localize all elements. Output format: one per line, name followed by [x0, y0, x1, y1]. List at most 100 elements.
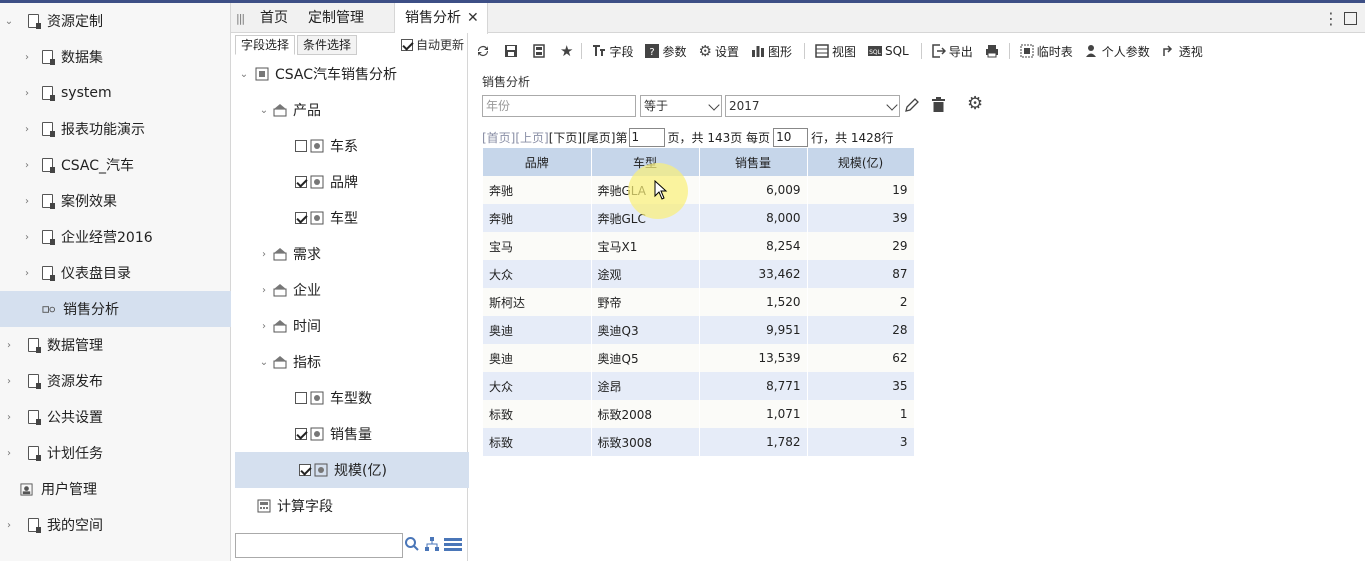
- chevron-right-icon: ›: [25, 195, 29, 207]
- nav-item-public-settings[interactable]: › 公共设置: [0, 399, 231, 435]
- auto-update-checkbox[interactable]: [401, 38, 413, 51]
- users-icon: [20, 482, 33, 496]
- table-row[interactable]: 大众 途观 33,462 87: [483, 260, 915, 288]
- table-row[interactable]: 标致 标致3008 1,782 3: [483, 428, 915, 456]
- column-header-sales[interactable]: 销售量: [699, 148, 808, 176]
- chevron-right-icon: ›: [7, 519, 11, 531]
- tree-field-scale[interactable]: 规模(亿): [235, 452, 469, 488]
- nav-item-csac-car[interactable]: › CSAC_汽车: [0, 147, 231, 183]
- settings-button[interactable]: ⚙ 设置: [698, 42, 738, 60]
- maximize-icon[interactable]: [1344, 12, 1357, 25]
- tree-node-metrics[interactable]: ⌄ 指标: [231, 344, 467, 380]
- column-header-scale[interactable]: 规模(亿): [807, 148, 915, 176]
- tree-node-demand[interactable]: › 需求: [231, 236, 467, 272]
- tab-home[interactable]: 首页: [260, 3, 288, 33]
- sql-icon: SQL: [867, 46, 882, 56]
- table-row[interactable]: 奔驰 奔驰GLA 6,009 19: [483, 176, 915, 204]
- tab-field-select[interactable]: 字段选择: [235, 35, 296, 55]
- export-button[interactable]: 导出: [931, 43, 973, 60]
- favorite-button[interactable]: ★: [560, 42, 573, 60]
- tree-field-model-count[interactable]: 车型数: [231, 380, 467, 416]
- table-row[interactable]: 奔驰 奔驰GLC 8,000 39: [483, 204, 915, 232]
- refresh-icon[interactable]: [476, 44, 490, 58]
- chevron-down-icon: ⌄: [4, 15, 14, 27]
- folder-icon: [42, 86, 55, 101]
- tab-condition-select[interactable]: 条件选择: [297, 35, 358, 55]
- nav-item-my-space[interactable]: › 我的空间: [0, 507, 231, 543]
- save-icon[interactable]: [504, 44, 518, 58]
- nav-item-resource-publish[interactable]: › 资源发布: [0, 363, 231, 399]
- save-as-icon[interactable]: [532, 44, 546, 58]
- model-count-checkbox[interactable]: [295, 392, 307, 404]
- field-button[interactable]: 字段: [592, 43, 633, 60]
- nav-item-case-effect[interactable]: › 案例效果: [0, 183, 231, 219]
- close-icon[interactable]: ✕: [467, 10, 479, 26]
- filter-field-input[interactable]: 年份: [482, 95, 636, 117]
- gear-icon[interactable]: ⚙: [967, 93, 983, 114]
- auto-update-toggle[interactable]: 自动更新: [401, 36, 464, 53]
- tree-node-time[interactable]: › 时间: [231, 308, 467, 344]
- nav-item-report-demo[interactable]: › 报表功能演示: [0, 111, 231, 147]
- chevron-down-icon: [708, 99, 720, 111]
- nav-item-sales-analysis[interactable]: 销售分析: [0, 291, 231, 327]
- prev-page-link[interactable]: [上页]: [515, 129, 548, 146]
- table-row[interactable]: 斯柯达 野帝 1,520 2: [483, 288, 915, 316]
- nav-item-dataset[interactable]: › 数据集: [0, 39, 231, 75]
- tree-view-icon[interactable]: [424, 536, 440, 552]
- tree-node-enterprise[interactable]: › 企业: [231, 272, 467, 308]
- more-vertical-icon[interactable]: ⋮: [1323, 9, 1339, 28]
- nav-item-enterprise-2016[interactable]: › 企业经营2016: [0, 219, 231, 255]
- model-checkbox[interactable]: [295, 212, 307, 224]
- table-row[interactable]: 奥迪 奥迪Q3 9,951 28: [483, 316, 915, 344]
- column-header-brand[interactable]: 品牌: [483, 148, 592, 176]
- sales-volume-checkbox[interactable]: [295, 428, 307, 440]
- table-row[interactable]: 奥迪 奥迪Q5 13,539 62: [483, 344, 915, 372]
- chart-button[interactable]: 图形: [751, 43, 792, 60]
- personal-param-button[interactable]: 个人参数: [1085, 43, 1150, 60]
- table-row[interactable]: 标致 标致2008 1,071 1: [483, 400, 915, 428]
- nav-item-scheduled-tasks[interactable]: › 计划任务: [0, 435, 231, 471]
- filter-value-select[interactable]: 2017: [725, 95, 900, 117]
- tree-field-model[interactable]: 车型: [231, 200, 467, 236]
- car-series-checkbox[interactable]: [295, 140, 307, 152]
- chevron-down-icon: ⌄: [259, 356, 269, 368]
- nav-item-system[interactable]: › system: [0, 75, 231, 111]
- tab-custom-manage[interactable]: 定制管理: [308, 3, 364, 33]
- first-page-link[interactable]: [首页]: [482, 129, 515, 146]
- brand-checkbox[interactable]: [295, 176, 307, 188]
- table-row[interactable]: 大众 途昂 8,771 35: [483, 372, 915, 400]
- view-button[interactable]: 视图: [815, 43, 856, 60]
- search-icon[interactable]: [404, 536, 420, 552]
- print-icon[interactable]: [985, 44, 999, 58]
- last-page-link[interactable]: [尾页]: [582, 129, 615, 146]
- tree-node-product[interactable]: ⌄ 产品: [231, 92, 467, 128]
- delete-icon[interactable]: [931, 97, 946, 113]
- page-number-input[interactable]: 1: [628, 128, 665, 147]
- nav-item-data-manage[interactable]: › 数据管理: [0, 327, 231, 363]
- scale-checkbox[interactable]: [299, 464, 311, 476]
- sql-button[interactable]: SQL SQL: [867, 44, 909, 58]
- tab-sales-analysis[interactable]: 销售分析 ✕: [394, 3, 488, 34]
- nav-item-user-manage[interactable]: 用户管理: [0, 471, 231, 507]
- edit-icon[interactable]: [904, 97, 920, 113]
- field-search-input[interactable]: [235, 533, 403, 558]
- next-page-link[interactable]: [下页]: [549, 129, 582, 146]
- param-button[interactable]: ? 参数: [645, 43, 686, 60]
- toolbar-divider: [803, 43, 805, 59]
- tree-root[interactable]: ⌄ CSAC汽车销售分析: [231, 56, 467, 92]
- pivot-button[interactable]: 透视: [1162, 43, 1203, 60]
- tree-field-car-series[interactable]: 车系: [231, 128, 467, 164]
- tree-field-brand[interactable]: 品牌: [231, 164, 467, 200]
- grip-icon[interactable]: |||: [236, 12, 245, 25]
- tree-calc-field[interactable]: 计算字段: [231, 488, 467, 524]
- temp-table-button[interactable]: 临时表: [1020, 43, 1073, 60]
- table-row[interactable]: 宝马 宝马X1 8,254 29: [483, 232, 915, 260]
- nav-item-dashboard-dir[interactable]: › 仪表盘目录: [0, 255, 231, 291]
- tree-field-sales-volume[interactable]: 销售量: [231, 416, 467, 452]
- folder-icon: [28, 14, 41, 29]
- list-view-icon[interactable]: [444, 537, 462, 551]
- chevron-right-icon: ›: [7, 447, 11, 459]
- filter-operator-select[interactable]: 等于: [640, 95, 722, 117]
- nav-item-resource-custom[interactable]: ⌄ 资源定制: [0, 3, 231, 39]
- rows-per-page-input[interactable]: 10: [773, 128, 809, 147]
